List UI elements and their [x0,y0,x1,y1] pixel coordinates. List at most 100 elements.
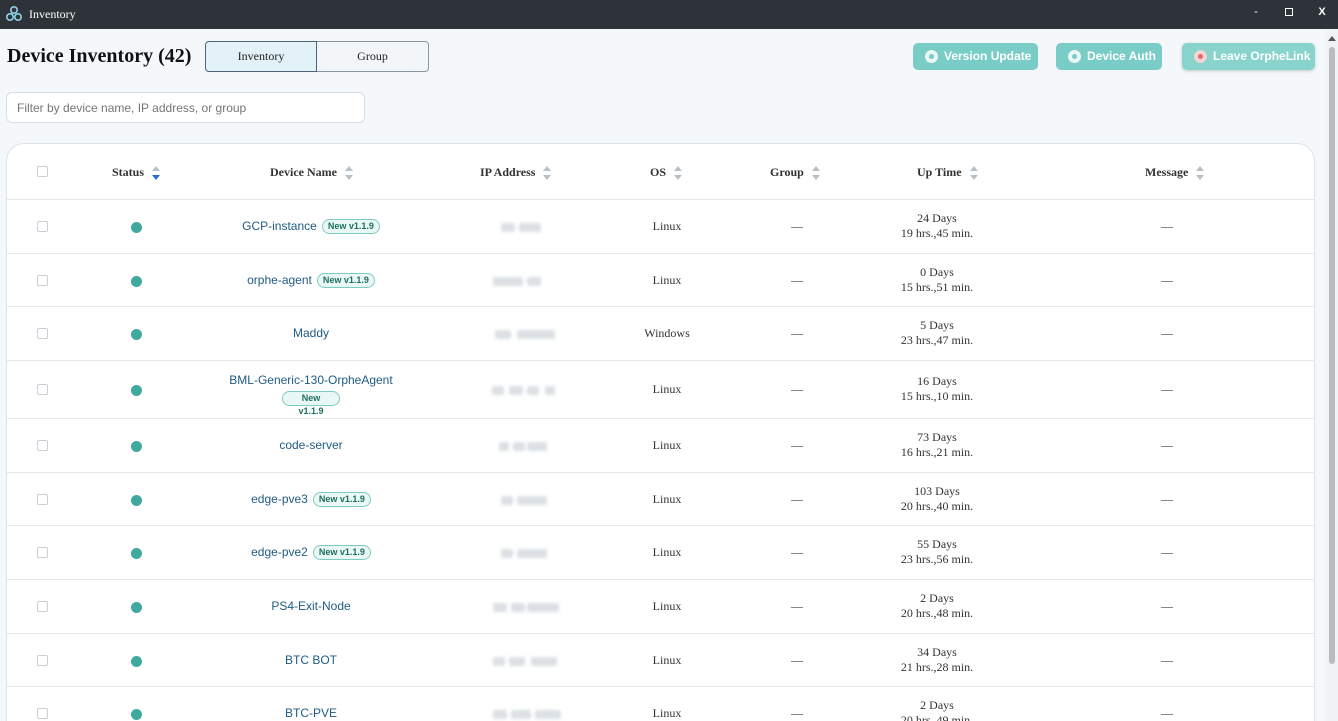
close-button[interactable]: X [1312,3,1332,23]
uptime-hours: 16 hrs.,21 min. [900,445,974,459]
column-status[interactable]: Status [112,165,161,181]
sort-icon[interactable] [674,166,683,181]
uptime-hours: 19 hrs.,45 min. [900,226,974,240]
device-auth-button[interactable]: Device Auth [1056,43,1162,70]
sort-icon[interactable] [1196,166,1205,181]
status-online-dot [131,495,142,506]
sort-icon[interactable] [969,166,978,181]
redacted-block [517,330,555,339]
select-all-checkbox[interactable] [37,166,48,177]
status-online-dot [131,656,142,667]
device-name-link[interactable]: BTC BOT [197,653,425,667]
row-checkbox[interactable] [37,708,48,719]
column-os[interactable]: OS [650,165,683,181]
column-message-label: Message [1145,165,1189,179]
table-row[interactable]: BML-Generic-130-OrpheAgent New v1.1.9 Linu… [7,361,1314,419]
uptime-days: 2 Days [920,591,954,605]
new-version-badge: New v1.1.9 [312,545,371,560]
filter-input[interactable] [6,92,365,123]
column-ip-address[interactable]: IP Address [480,165,552,181]
redacted-block [495,330,511,339]
uptime-cell: 103 Days 20 hrs.,40 min. [867,484,1007,514]
redacted-block [501,496,513,505]
table-row[interactable]: code-server Linux — 73 Days 16 hrs.,21 min. — [7,419,1314,473]
device-name-link[interactable]: BTC-PVE [197,706,425,720]
sort-icon[interactable] [344,166,353,181]
tab-inventory[interactable]: Inventory [205,41,317,72]
device-name[interactable]: code-server [279,438,342,452]
device-name-link[interactable]: GCP-instance New v1.1.9 [197,219,425,234]
table-row[interactable]: orphe-agent New v1.1.9 Linux — 0 Days 15 hrs.… [7,254,1314,307]
new-version-badge: New v1.1.9 [316,273,375,288]
table-row[interactable]: edge-pve2 New v1.1.9 Linux — 55 Days 23 hrs.,… [7,526,1314,580]
device-name-link[interactable]: edge-pve3 New v1.1.9 [197,492,425,507]
table-row[interactable]: BTC-PVE Linux — 2 Days 20 hrs.,49 min. — [7,687,1314,721]
redacted-block [527,442,547,451]
device-name-link[interactable]: code-server [197,438,425,452]
device-name-link[interactable]: BML-Generic-130-OrpheAgent New v1.1.9 [197,373,425,416]
device-name[interactable]: edge-pve2 [251,545,308,559]
table-row[interactable]: PS4-Exit-Node Linux — 2 Days 20 hrs.,48 min.… [7,580,1314,634]
device-name[interactable]: orphe-agent [247,273,312,287]
column-device-name[interactable]: Device Name [270,165,353,181]
column-group[interactable]: Group [770,165,820,181]
group-cell: — [791,273,803,287]
redacted-block [492,386,504,395]
scroll-up-icon[interactable] [1328,36,1336,41]
group-cell: — [791,219,803,233]
device-name[interactable]: GCP-instance [242,219,317,233]
row-checkbox[interactable] [37,494,48,505]
device-name-link[interactable]: Maddy [197,326,425,340]
version-update-button[interactable]: Version Update [913,43,1038,70]
column-uptime-label: Up Time [917,165,962,179]
status-online-dot [131,709,142,720]
sort-icon[interactable] [543,166,552,181]
device-name[interactable]: PS4-Exit-Node [271,599,350,613]
device-name[interactable]: BTC BOT [285,653,337,667]
status-online-dot [131,602,142,613]
ip-address-redacted [477,653,557,669]
table-row[interactable]: BTC BOT Linux — 34 Days 21 hrs.,28 min. — [7,634,1314,687]
row-checkbox[interactable] [37,221,48,232]
row-checkbox[interactable] [37,328,48,339]
redacted-block [511,710,531,719]
column-up-time[interactable]: Up Time [917,165,978,181]
device-name[interactable]: edge-pve3 [251,492,308,506]
column-ip-label: IP Address [480,165,536,179]
leave-orphelink-button[interactable]: Leave OrpheLink [1182,43,1315,70]
device-name-link[interactable]: orphe-agent New v1.1.9 [197,273,425,288]
table-row[interactable]: Maddy Windows — 5 Days 23 hrs.,47 min. — [7,307,1314,361]
uptime-days: 103 Days [914,484,960,498]
group-cell: — [791,653,803,667]
uptime-hours: 20 hrs.,49 min. [900,713,974,721]
leave-orphelink-label: Leave OrpheLink [1213,49,1311,63]
uptime-cell: 0 Days 15 hrs.,51 min. [867,265,1007,295]
row-checkbox[interactable] [37,601,48,612]
sort-icon[interactable] [811,166,820,181]
row-checkbox[interactable] [37,655,48,666]
column-status-label: Status [112,165,145,179]
app-logo-icon [5,5,23,22]
device-name-link[interactable]: PS4-Exit-Node [197,599,425,613]
uptime-hours: 20 hrs.,48 min. [900,606,974,620]
row-checkbox[interactable] [37,275,48,286]
row-checkbox[interactable] [37,547,48,558]
scrollbar-thumb[interactable] [1329,47,1335,664]
column-os-label: OS [650,165,667,179]
row-checkbox[interactable] [37,440,48,451]
column-message[interactable]: Message [1145,165,1205,181]
ip-address-redacted [477,492,557,508]
device-name[interactable]: Maddy [293,326,329,340]
maximize-button[interactable] [1279,3,1299,23]
sort-icon[interactable] [152,166,161,181]
redacted-block [535,710,561,719]
device-name-link[interactable]: edge-pve2 New v1.1.9 [197,545,425,560]
vertical-scrollbar[interactable] [1326,30,1338,721]
minimize-button[interactable]: - [1246,3,1266,23]
row-checkbox[interactable] [37,384,48,395]
tab-group[interactable]: Group [317,41,429,72]
device-name[interactable]: BTC-PVE [285,706,337,720]
device-name[interactable]: BML-Generic-130-OrpheAgent [229,373,392,387]
table-row[interactable]: edge-pve3 New v1.1.9 Linux — 103 Days 20 hrs.… [7,473,1314,526]
table-row[interactable]: GCP-instance New v1.1.9 Linux — 24 Days 19 hr… [7,200,1314,254]
